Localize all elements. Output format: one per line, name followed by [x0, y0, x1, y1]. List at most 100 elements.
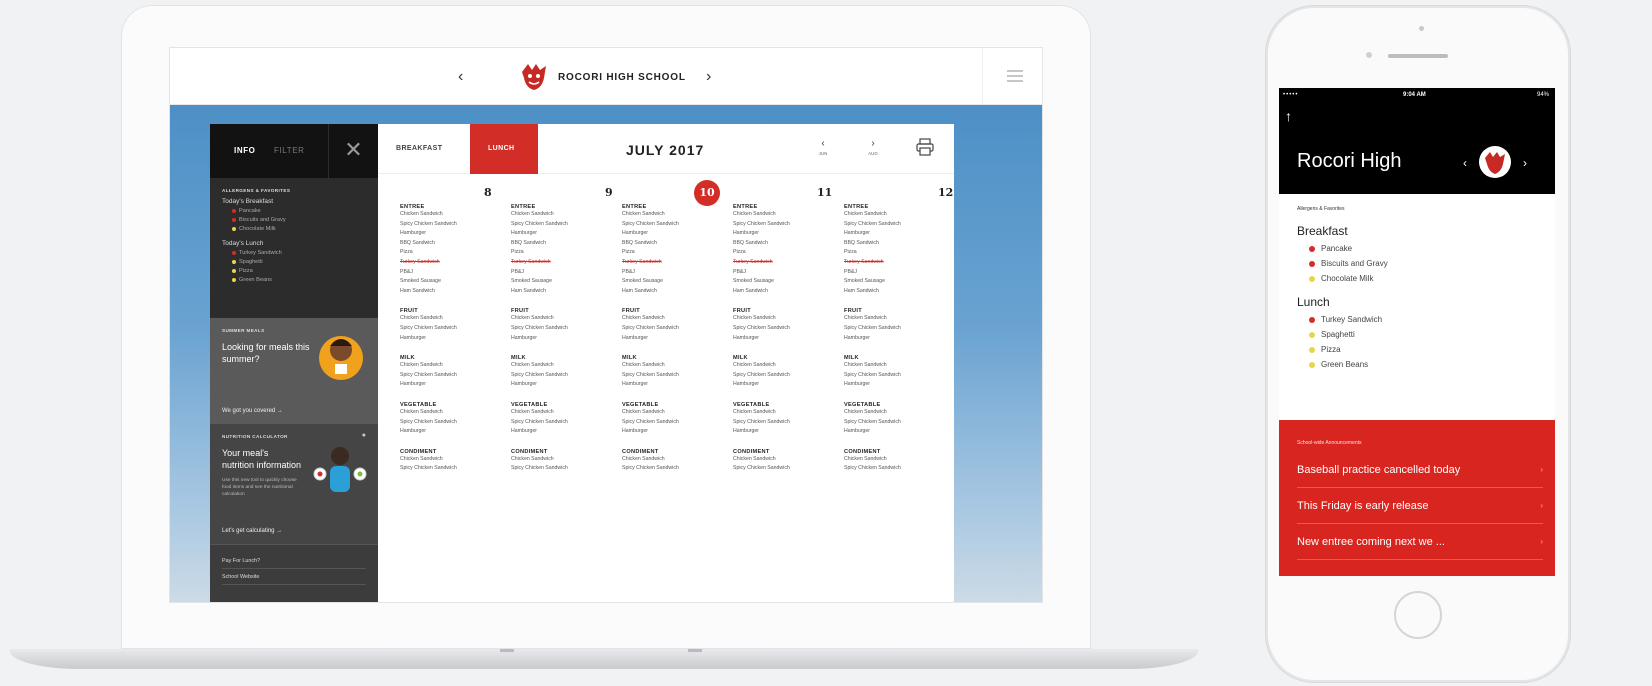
list-item[interactable]: Pancake	[232, 208, 366, 214]
chevron-right-icon[interactable]: ›	[706, 68, 711, 86]
food-item[interactable]: Spicy Chicken Sandwich	[400, 464, 510, 474]
food-item[interactable]: Turkey Sandwich	[622, 258, 732, 268]
food-item[interactable]: Hamburger	[844, 334, 954, 344]
tab-filter[interactable]: FILTER	[274, 146, 305, 155]
food-item[interactable]: Spicy Chicken Sandwich	[622, 464, 732, 474]
list-item[interactable]: Spaghetti	[1309, 330, 1537, 339]
food-item[interactable]: Spicy Chicken Sandwich	[733, 418, 843, 428]
food-item[interactable]: Hamburger	[733, 334, 843, 344]
food-item[interactable]: Spicy Chicken Sandwich	[400, 324, 510, 334]
footer-link-website[interactable]: School Website	[222, 569, 366, 585]
announcement-item[interactable]: Baseball practice cancelled today ›	[1297, 452, 1543, 488]
food-item[interactable]: PB&J	[622, 268, 732, 278]
food-item[interactable]: Spicy Chicken Sandwich	[511, 371, 621, 381]
food-item[interactable]: Chicken Sandwich	[400, 361, 510, 371]
food-item[interactable]: Chicken Sandwich	[511, 361, 621, 371]
food-item[interactable]: PB&J	[400, 268, 510, 278]
chevron-right-icon[interactable]: ›	[1523, 156, 1527, 170]
food-item[interactable]: Hamburger	[844, 380, 954, 390]
food-item[interactable]: Spicy Chicken Sandwich	[622, 418, 732, 428]
calc-link[interactable]: Let's get calculating →	[222, 528, 282, 534]
chevron-left-icon[interactable]: ‹	[458, 68, 463, 86]
food-item[interactable]: Spicy Chicken Sandwich	[400, 220, 510, 230]
food-item[interactable]: Hamburger	[733, 229, 843, 239]
up-arrow-icon[interactable]: ↑	[1285, 108, 1292, 124]
food-item[interactable]: Chicken Sandwich	[844, 408, 954, 418]
food-item[interactable]: Hamburger	[400, 229, 510, 239]
food-item[interactable]: Hamburger	[622, 380, 732, 390]
food-item[interactable]: Spicy Chicken Sandwich	[844, 464, 954, 474]
food-item[interactable]: Spicy Chicken Sandwich	[622, 371, 732, 381]
food-item[interactable]: Chicken Sandwich	[622, 314, 732, 324]
summer-link[interactable]: We got you covered →	[222, 408, 283, 414]
food-item[interactable]: BBQ Sandwich	[511, 239, 621, 249]
food-item[interactable]: Chicken Sandwich	[844, 455, 954, 465]
food-item[interactable]: Chicken Sandwich	[400, 455, 510, 465]
food-item[interactable]: Pizza	[622, 248, 732, 258]
announcement-item[interactable]: New entree coming next we ... ›	[1297, 524, 1543, 560]
food-item[interactable]: Spicy Chicken Sandwich	[511, 464, 621, 474]
announcement-item[interactable]: This Friday is early release ›	[1297, 488, 1543, 524]
home-button[interactable]	[1394, 591, 1442, 639]
food-item[interactable]: Hamburger	[511, 229, 621, 239]
food-item[interactable]: BBQ Sandwich	[844, 239, 954, 249]
list-item[interactable]: Spaghetti	[232, 259, 366, 265]
food-item[interactable]: Chicken Sandwich	[844, 210, 954, 220]
food-item[interactable]: Chicken Sandwich	[733, 210, 843, 220]
food-item[interactable]: Ham Sandwich	[511, 287, 621, 297]
tab-lunch[interactable]: LUNCH	[470, 124, 538, 174]
info-icon[interactable]: ●	[362, 432, 366, 439]
food-item[interactable]: Spicy Chicken Sandwich	[733, 371, 843, 381]
food-item[interactable]: Hamburger	[400, 427, 510, 437]
food-item[interactable]: PB&J	[844, 268, 954, 278]
prev-month-button[interactable]: ‹ JUN	[808, 138, 838, 156]
close-icon[interactable]: ✕	[328, 124, 378, 178]
food-item[interactable]: Spicy Chicken Sandwich	[844, 371, 954, 381]
food-item[interactable]: Pizza	[400, 248, 510, 258]
food-item[interactable]: Turkey Sandwich	[844, 258, 954, 268]
food-item[interactable]: PB&J	[733, 268, 843, 278]
food-item[interactable]: Hamburger	[622, 334, 732, 344]
food-item[interactable]: Spicy Chicken Sandwich	[511, 418, 621, 428]
chevron-left-icon[interactable]: ‹	[1463, 156, 1467, 170]
food-item[interactable]: Ham Sandwich	[400, 287, 510, 297]
food-item[interactable]: Chicken Sandwich	[733, 314, 843, 324]
food-item[interactable]: Hamburger	[733, 427, 843, 437]
food-item[interactable]: Chicken Sandwich	[733, 455, 843, 465]
food-item[interactable]: Chicken Sandwich	[511, 314, 621, 324]
food-item[interactable]: Pizza	[733, 248, 843, 258]
printer-icon[interactable]	[916, 138, 934, 156]
food-item[interactable]: Turkey Sandwich	[733, 258, 843, 268]
food-item[interactable]: Spicy Chicken Sandwich	[622, 220, 732, 230]
food-item[interactable]: Hamburger	[400, 334, 510, 344]
list-item[interactable]: Green Beans	[232, 277, 366, 283]
food-item[interactable]: Chicken Sandwich	[733, 361, 843, 371]
food-item[interactable]: Chicken Sandwich	[511, 210, 621, 220]
food-item[interactable]: Chicken Sandwich	[400, 314, 510, 324]
food-item[interactable]: Spicy Chicken Sandwich	[733, 464, 843, 474]
list-item[interactable]: Chocolate Milk	[232, 226, 366, 232]
food-item[interactable]: Hamburger	[511, 334, 621, 344]
food-item[interactable]: Spicy Chicken Sandwich	[844, 418, 954, 428]
food-item[interactable]: Chicken Sandwich	[844, 361, 954, 371]
food-item[interactable]: Spicy Chicken Sandwich	[400, 371, 510, 381]
food-item[interactable]: PB&J	[511, 268, 621, 278]
food-item[interactable]: Turkey Sandwich	[511, 258, 621, 268]
food-item[interactable]: Smoked Sausage	[844, 277, 954, 287]
food-item[interactable]: Chicken Sandwich	[511, 455, 621, 465]
food-item[interactable]: Chicken Sandwich	[400, 408, 510, 418]
list-item[interactable]: Pizza	[232, 268, 366, 274]
food-item[interactable]: Ham Sandwich	[622, 287, 732, 297]
food-item[interactable]: Pizza	[511, 248, 621, 258]
food-item[interactable]: Chicken Sandwich	[622, 361, 732, 371]
food-item[interactable]: Hamburger	[400, 380, 510, 390]
food-item[interactable]: Chicken Sandwich	[844, 314, 954, 324]
food-item[interactable]: Smoked Sausage	[733, 277, 843, 287]
list-item[interactable]: Chocolate Milk	[1309, 274, 1537, 283]
food-item[interactable]: Spicy Chicken Sandwich	[844, 324, 954, 334]
list-item[interactable]: Biscuits and Gravy	[232, 217, 366, 223]
food-item[interactable]: Hamburger	[733, 380, 843, 390]
food-item[interactable]: Spicy Chicken Sandwich	[622, 324, 732, 334]
hamburger-menu-icon[interactable]	[982, 48, 1042, 105]
food-item[interactable]: Spicy Chicken Sandwich	[400, 418, 510, 428]
